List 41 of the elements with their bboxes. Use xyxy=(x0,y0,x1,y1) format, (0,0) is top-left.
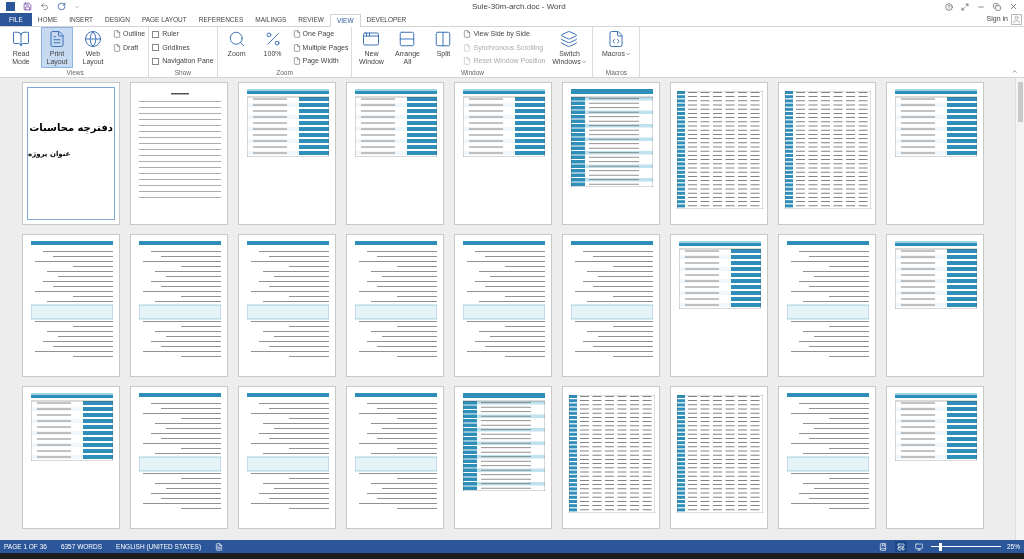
page-icon xyxy=(463,57,472,66)
window-title: Sule-30m-arch.doc - Word xyxy=(472,1,566,13)
view-button[interactable] xyxy=(877,541,889,552)
page-icon xyxy=(463,43,472,52)
restore-icon[interactable] xyxy=(993,2,1001,11)
windows-icon xyxy=(560,30,579,48)
word-logo-icon xyxy=(6,2,15,11)
proofing-icon[interactable] xyxy=(215,542,224,551)
avatar-icon[interactable] xyxy=(1011,14,1022,25)
page-icon xyxy=(48,30,66,48)
globe-icon xyxy=(84,30,102,48)
scrollbar[interactable] xyxy=(1015,78,1024,540)
window-icon xyxy=(362,30,381,48)
ribbon-display-icon[interactable] xyxy=(961,2,969,11)
split-icon xyxy=(434,30,453,48)
view-button[interactable] xyxy=(913,541,925,552)
macro-icon xyxy=(607,30,626,48)
magnifier-icon xyxy=(227,30,246,48)
page-icon xyxy=(463,30,472,39)
zoom-slider[interactable] xyxy=(931,542,1001,551)
redo-icon[interactable] xyxy=(57,2,66,11)
book-icon xyxy=(12,30,30,48)
monitor-icon xyxy=(915,542,923,551)
page-icon xyxy=(292,43,301,52)
page-icon xyxy=(292,57,301,66)
caret-icon xyxy=(580,59,587,66)
page-icon xyxy=(113,30,121,39)
save-icon[interactable] xyxy=(23,2,32,11)
book-icon xyxy=(879,542,887,551)
view-button[interactable] xyxy=(895,541,907,552)
help-icon[interactable] xyxy=(945,2,953,11)
stacked-windows-icon xyxy=(398,30,417,48)
close-icon[interactable] xyxy=(1009,2,1018,11)
page-icon xyxy=(113,43,121,52)
undo-icon[interactable] xyxy=(40,2,49,11)
cover-title: دفترچه محاسبات xyxy=(29,121,113,135)
caret-icon xyxy=(624,51,631,58)
page-icon xyxy=(292,30,301,39)
percent-icon xyxy=(263,30,282,48)
page-icon xyxy=(897,542,905,551)
collapse-ribbon-icon[interactable] xyxy=(1011,68,1018,75)
